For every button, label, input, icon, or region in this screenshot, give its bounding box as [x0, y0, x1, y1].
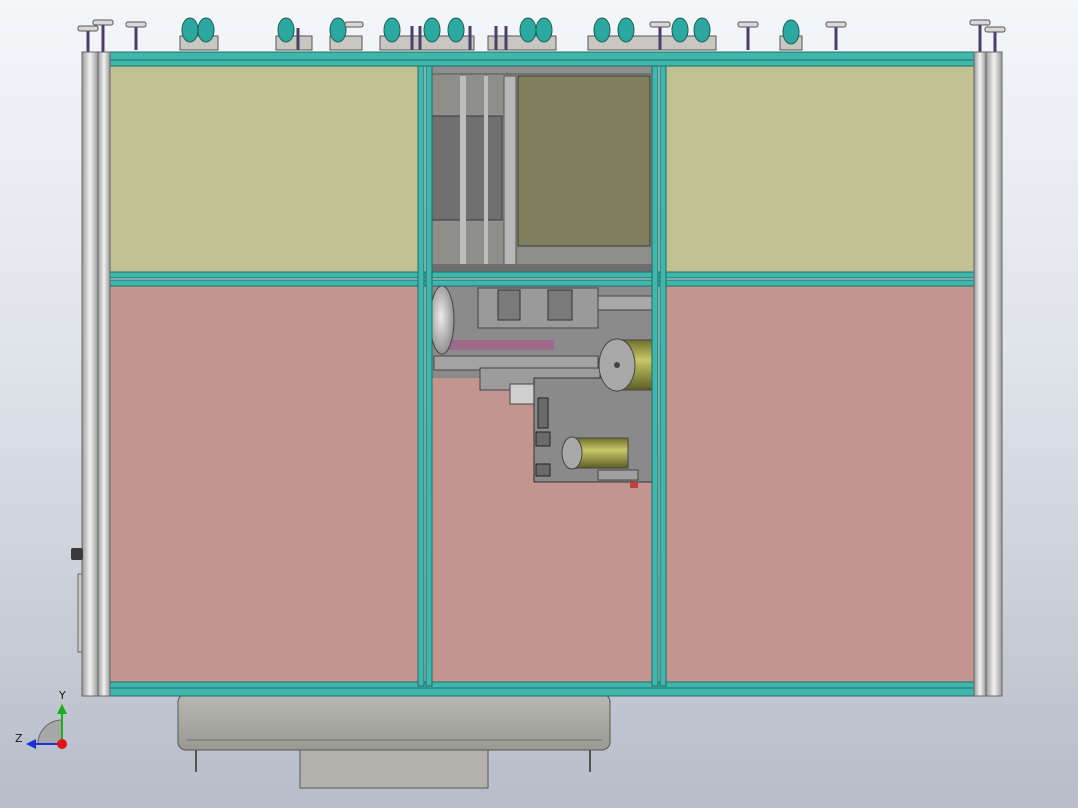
right-outer-post — [973, 51, 1003, 697]
upper-cylinder — [598, 338, 655, 392]
caster-wheel-icon — [275, 17, 313, 51]
frame-middle-rail — [109, 271, 975, 287]
leveling-foot-icon — [737, 21, 759, 50]
lower-right-panel — [664, 286, 974, 684]
leveling-foot-icon — [77, 25, 99, 52]
door-handle-icon — [77, 573, 83, 653]
leveling-foot-icon — [125, 21, 147, 50]
upper-left-panel — [110, 66, 420, 274]
caster-wheel-icon — [779, 19, 803, 51]
leveling-foot-icon — [92, 19, 114, 52]
frame-left-inner-post — [417, 65, 433, 687]
side-button-icon — [71, 548, 83, 560]
origin-point — [57, 739, 67, 749]
y-axis-arrowhead — [57, 704, 67, 714]
frame-bottom-rail — [103, 681, 981, 697]
frame-right-inner-post — [651, 65, 667, 687]
upper-right-panel — [664, 66, 974, 274]
machine-upper-assembly — [430, 66, 654, 274]
z-axis-arrowhead — [26, 739, 36, 749]
left-outer-post — [81, 51, 111, 697]
caster-wheel-icon — [379, 17, 475, 51]
leveling-foot-icon — [984, 26, 1006, 52]
caster-wheel-icon — [587, 17, 717, 51]
leveling-foot-icon — [969, 19, 991, 52]
view-triad: Y Z — [15, 689, 67, 749]
base-tray — [177, 693, 611, 789]
leveling-foot-icon — [825, 21, 847, 50]
y-axis-label: Y — [58, 689, 66, 702]
top-feet-group — [77, 17, 1006, 52]
lower-left-panel — [110, 286, 420, 684]
roller-disk — [429, 285, 455, 355]
lower-cylinder — [561, 436, 629, 470]
caster-wheel-icon — [179, 17, 219, 51]
cad-viewport[interactable]: Y Z — [0, 0, 1078, 808]
z-axis-label: Z — [15, 732, 23, 745]
caster-wheel-icon — [487, 17, 557, 51]
caster-wheel-icon — [329, 17, 364, 51]
frame-top-rail — [103, 51, 981, 67]
